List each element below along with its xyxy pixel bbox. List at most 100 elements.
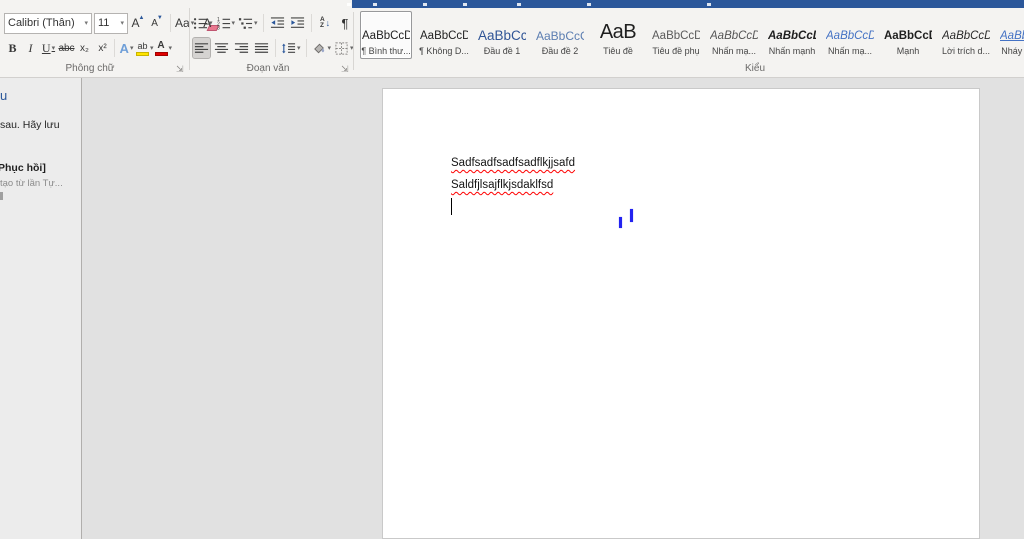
chevron-down-icon[interactable]: ▾: [81, 19, 88, 27]
word-window: Calibri (Thân) ▾ 11 ▾ A▲ A▼ Aa ▾: [0, 0, 1024, 539]
text-effects-button[interactable]: A ▾: [118, 38, 135, 58]
sort-button[interactable]: A Z ↓: [317, 13, 334, 33]
style-item-heading1[interactable]: AaBbCc Đầu đề 1: [476, 11, 528, 59]
show-formatting-marks-button[interactable]: ¶: [337, 13, 354, 33]
style-item-strong[interactable]: AaBbCcDc Mạnh: [882, 11, 934, 59]
grow-font-button[interactable]: A▲: [130, 13, 147, 33]
font-size-value: 11: [98, 17, 109, 29]
recovery-pane-message-fragment: sau. Hãy lưu: [0, 119, 60, 131]
chevron-down-icon[interactable]: ▾: [169, 44, 173, 52]
numbering-button[interactable]: 123 ▾: [216, 13, 236, 33]
style-item-intense-quote[interactable]: AaBbCcDc Nháy kép...: [998, 11, 1024, 59]
shading-button[interactable]: ▾: [312, 38, 332, 58]
style-item-subtle-emphasis[interactable]: AaBbCcDc Nhấn mạ...: [708, 11, 760, 59]
align-left-button[interactable]: [193, 38, 210, 58]
ribbon: Calibri (Thân) ▾ 11 ▾ A▲ A▼ Aa ▾: [0, 0, 1024, 78]
font-dialog-launcher-icon[interactable]: ⇲: [176, 65, 184, 74]
font-color-icon: A: [155, 41, 168, 56]
chevron-down-icon[interactable]: ▾: [150, 44, 154, 52]
document-text-line: Saldfjlsajflkjsdaklfsd: [451, 179, 553, 191]
style-item-quote[interactable]: AaBbCcDc Lời trích d...: [940, 11, 992, 59]
titlebar-text-fragment: [463, 3, 467, 6]
align-center-button[interactable]: [213, 38, 230, 58]
align-right-button[interactable]: [233, 38, 250, 58]
separator: [275, 39, 276, 57]
chevron-down-icon: ▾: [130, 44, 134, 52]
styles-group-label: Kiểu: [695, 63, 815, 74]
highlighter-icon: ab: [136, 41, 149, 56]
borders-icon: [334, 41, 349, 56]
shrink-font-button[interactable]: A▼: [149, 13, 166, 33]
grow-font-arrow-icon: ▲: [139, 15, 145, 21]
text-highlight-button[interactable]: ab ▾: [136, 38, 154, 58]
align-right-icon: [234, 41, 249, 56]
style-item-title[interactable]: AaB Tiêu đề: [592, 11, 644, 59]
titlebar-text-fragment: [517, 3, 521, 6]
line-spacing-icon: [281, 41, 296, 56]
chevron-down-icon[interactable]: ▾: [254, 19, 258, 27]
superscript-button[interactable]: x²: [94, 38, 111, 58]
style-item-normal[interactable]: AaBbCcDc ¶ Bình thư...: [360, 11, 412, 59]
text-cursor: [451, 198, 452, 215]
chevron-down-icon[interactable]: ▾: [232, 19, 236, 27]
chevron-down-icon[interactable]: ▾: [328, 44, 332, 52]
align-center-icon: [214, 41, 229, 56]
paragraph-dialog-launcher-icon[interactable]: ⇲: [341, 65, 349, 74]
document-recovery-pane: u sau. Hãy lưu Phục hồi] tạo từ lần Tự..…: [0, 78, 82, 539]
multilevel-list-icon: [238, 16, 253, 31]
separator: [263, 14, 264, 32]
titlebar-text-fragment: [373, 3, 377, 6]
paragraph-group-label: Đoạn văn: [208, 63, 328, 74]
pilcrow-icon: ¶: [342, 16, 349, 31]
style-item-intense-emphasis[interactable]: AaBbCcDc Nhấn mạ...: [824, 11, 876, 59]
change-case-button[interactable]: Aa ▾: [175, 13, 194, 33]
style-item-emphasis[interactable]: AaBbCcDc Nhấn mạnh: [766, 11, 818, 59]
titlebar-text-fragment: [587, 3, 591, 6]
sort-icon: A Z: [320, 17, 325, 30]
subscript-button[interactable]: x₂: [76, 38, 93, 58]
titlebar-text-fragment: [347, 3, 351, 6]
strikethrough-button[interactable]: abc: [58, 38, 75, 58]
document-page[interactable]: Sadfsadfsadfsadflkjjsafd Saldfjlsajflkjs…: [382, 88, 980, 539]
chevron-down-icon[interactable]: ▾: [117, 19, 124, 27]
recovery-pane-title-fragment: u: [0, 88, 7, 103]
font-name-value: Calibri (Thân): [8, 17, 75, 29]
paint-bucket-icon: [312, 41, 327, 56]
justify-button[interactable]: [253, 38, 270, 58]
font-size-combobox[interactable]: 11 ▾: [94, 13, 128, 34]
separator: [311, 14, 312, 32]
italic-button[interactable]: I: [22, 38, 39, 58]
chevron-down-icon[interactable]: ▾: [52, 44, 56, 52]
decrease-indent-button[interactable]: [269, 13, 286, 33]
font-color-button[interactable]: A ▾: [155, 38, 173, 58]
numbered-list-icon: 123: [216, 16, 231, 31]
blue-cursor-mark: [619, 217, 622, 228]
down-arrow-icon: ↓: [326, 18, 331, 28]
recovered-file-item[interactable]: Phục hồi]: [0, 162, 46, 174]
borders-button[interactable]: ▾: [334, 38, 354, 58]
separator: [189, 8, 190, 70]
decrease-indent-icon: [270, 16, 285, 31]
shrink-font-arrow-icon: ▼: [157, 15, 163, 21]
titlebar-text-fragment: [707, 3, 711, 6]
style-item-no-spacing[interactable]: AaBbCcDc ¶ Không D...: [418, 11, 470, 59]
increase-indent-button[interactable]: [289, 13, 306, 33]
separator: [306, 39, 307, 57]
recovery-pane-text-fragment: [0, 192, 3, 200]
styles-gallery: AaBbCcDc ¶ Bình thư... AaBbCcDc ¶ Không …: [360, 11, 1024, 59]
recovered-file-description: tạo từ lần Tự...: [0, 178, 63, 189]
line-spacing-button[interactable]: ▾: [281, 38, 301, 58]
style-item-subtitle[interactable]: AaBbCcD Tiêu đề phụ: [650, 11, 702, 59]
style-item-heading2[interactable]: AaBbCcC Đầu đề 2: [534, 11, 586, 59]
separator: [170, 14, 171, 32]
separator: [353, 12, 354, 70]
chevron-down-icon[interactable]: ▾: [297, 44, 301, 52]
bold-button[interactable]: B: [4, 38, 21, 58]
font-name-combobox[interactable]: Calibri (Thân) ▾: [4, 13, 92, 34]
blue-cursor-mark: [630, 209, 633, 222]
multilevel-list-button[interactable]: ▾: [238, 13, 258, 33]
svg-text:3: 3: [216, 25, 219, 30]
underline-button[interactable]: U▾: [40, 38, 57, 58]
text-effects-icon: A: [120, 41, 129, 56]
titlebar-text-fragment: [423, 3, 427, 6]
